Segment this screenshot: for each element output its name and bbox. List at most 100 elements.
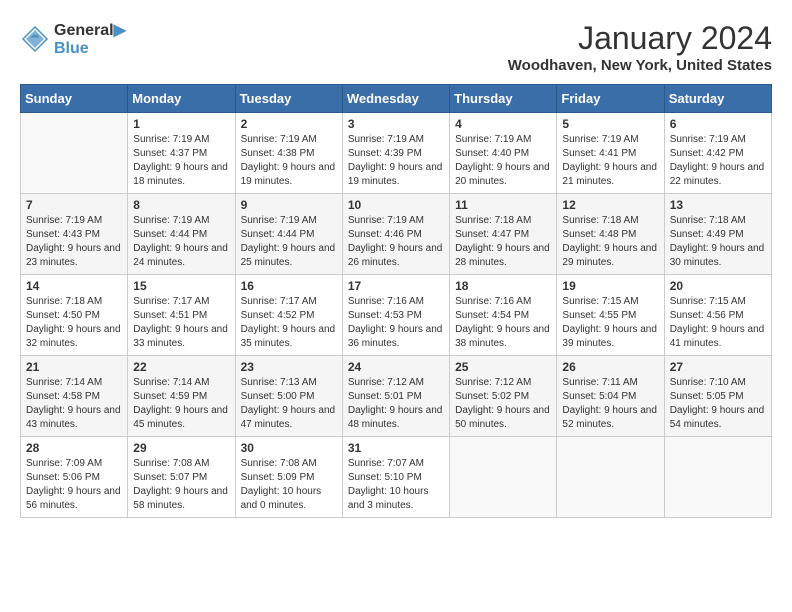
day-info: Sunrise: 7:11 AMSunset: 5:04 PMDaylight:… <box>562 376 658 432</box>
day-number: 2 <box>241 117 337 131</box>
day-number: 1 <box>133 117 229 131</box>
day-number: 8 <box>133 198 229 212</box>
day-number: 6 <box>670 117 766 131</box>
day-number: 23 <box>241 360 337 374</box>
day-number: 16 <box>241 279 337 293</box>
day-number: 27 <box>670 360 766 374</box>
calendar-cell: 31 Sunrise: 7:07 AMSunset: 5:10 PMDayligh… <box>342 437 449 518</box>
calendar-cell: 21 Sunrise: 7:14 AMSunset: 4:58 PMDayligh… <box>21 356 128 437</box>
day-number: 25 <box>455 360 551 374</box>
calendar-cell: 16 Sunrise: 7:17 AMSunset: 4:52 PMDayligh… <box>235 275 342 356</box>
calendar-cell <box>450 437 557 518</box>
day-number: 28 <box>26 441 122 455</box>
weekday-header-sunday: Sunday <box>21 85 128 113</box>
day-info: Sunrise: 7:18 AMSunset: 4:49 PMDaylight:… <box>670 214 766 270</box>
weekday-header-friday: Friday <box>557 85 664 113</box>
day-info: Sunrise: 7:14 AMSunset: 4:59 PMDaylight:… <box>133 376 229 432</box>
calendar-cell: 27 Sunrise: 7:10 AMSunset: 5:05 PMDayligh… <box>664 356 771 437</box>
day-info: Sunrise: 7:08 AMSunset: 5:07 PMDaylight:… <box>133 457 229 513</box>
weekday-header-saturday: Saturday <box>664 85 771 113</box>
month-title: January 2024 <box>508 20 772 57</box>
calendar-cell: 14 Sunrise: 7:18 AMSunset: 4:50 PMDayligh… <box>21 275 128 356</box>
day-info: Sunrise: 7:17 AMSunset: 4:52 PMDaylight:… <box>241 295 337 351</box>
logo: General▶ Blue <box>20 20 126 58</box>
week-row-2: 7 Sunrise: 7:19 AMSunset: 4:43 PMDaylight… <box>21 194 772 275</box>
title-block: January 2024 Woodhaven, New York, United… <box>508 20 772 74</box>
day-info: Sunrise: 7:19 AMSunset: 4:37 PMDaylight:… <box>133 133 229 189</box>
logo-icon <box>20 24 50 54</box>
day-info: Sunrise: 7:19 AMSunset: 4:46 PMDaylight:… <box>348 214 444 270</box>
calendar-cell: 3Sunrise: 7:19 AMSunset: 4:39 PMDaylight… <box>342 113 449 194</box>
day-info: Sunrise: 7:18 AMSunset: 4:48 PMDaylight:… <box>562 214 658 270</box>
calendar-cell: 6Sunrise: 7:19 AMSunset: 4:42 PMDaylight… <box>664 113 771 194</box>
day-number: 18 <box>455 279 551 293</box>
calendar-cell: 8 Sunrise: 7:19 AMSunset: 4:44 PMDaylight… <box>128 194 235 275</box>
calendar-cell: 1 Sunrise: 7:19 AMSunset: 4:37 PMDaylight… <box>128 113 235 194</box>
day-number: 22 <box>133 360 229 374</box>
day-info: Sunrise: 7:19 AMSunset: 4:44 PMDaylight:… <box>241 214 337 270</box>
location: Woodhaven, New York, United States <box>508 57 772 74</box>
day-number: 20 <box>670 279 766 293</box>
day-info: Sunrise: 7:08 AMSunset: 5:09 PMDaylight:… <box>241 457 337 513</box>
day-info: Sunrise: 7:19 AMSunset: 4:39 PMDaylight:… <box>348 133 444 189</box>
day-number: 7 <box>26 198 122 212</box>
day-info: Sunrise: 7:10 AMSunset: 5:05 PMDaylight:… <box>670 376 766 432</box>
day-info: Sunrise: 7:09 AMSunset: 5:06 PMDaylight:… <box>26 457 122 513</box>
calendar-cell: 10Sunrise: 7:19 AMSunset: 4:46 PMDayligh… <box>342 194 449 275</box>
calendar-cell: 2 Sunrise: 7:19 AMSunset: 4:38 PMDaylight… <box>235 113 342 194</box>
calendar-cell: 29 Sunrise: 7:08 AMSunset: 5:07 PMDayligh… <box>128 437 235 518</box>
calendar-cell: 12 Sunrise: 7:18 AMSunset: 4:48 PMDayligh… <box>557 194 664 275</box>
day-number: 14 <box>26 279 122 293</box>
day-number: 15 <box>133 279 229 293</box>
week-row-4: 21 Sunrise: 7:14 AMSunset: 4:58 PMDayligh… <box>21 356 772 437</box>
logo-text: General▶ Blue <box>54 20 126 58</box>
calendar-cell: 28 Sunrise: 7:09 AMSunset: 5:06 PMDayligh… <box>21 437 128 518</box>
calendar-cell: 15Sunrise: 7:17 AMSunset: 4:51 PMDayligh… <box>128 275 235 356</box>
calendar-cell: 9 Sunrise: 7:19 AMSunset: 4:44 PMDaylight… <box>235 194 342 275</box>
day-number: 19 <box>562 279 658 293</box>
day-number: 26 <box>562 360 658 374</box>
day-number: 5 <box>562 117 658 131</box>
day-info: Sunrise: 7:19 AMSunset: 4:43 PMDaylight:… <box>26 214 122 270</box>
calendar-cell: 4 Sunrise: 7:19 AMSunset: 4:40 PMDaylight… <box>450 113 557 194</box>
page-header: General▶ Blue January 2024 Woodhaven, Ne… <box>20 20 772 74</box>
day-info: Sunrise: 7:14 AMSunset: 4:58 PMDaylight:… <box>26 376 122 432</box>
calendar-cell: 7 Sunrise: 7:19 AMSunset: 4:43 PMDaylight… <box>21 194 128 275</box>
day-info: Sunrise: 7:12 AMSunset: 5:01 PMDaylight:… <box>348 376 444 432</box>
day-number: 24 <box>348 360 444 374</box>
day-number: 12 <box>562 198 658 212</box>
day-info: Sunrise: 7:18 AMSunset: 4:50 PMDaylight:… <box>26 295 122 351</box>
calendar-cell: 18 Sunrise: 7:16 AMSunset: 4:54 PMDayligh… <box>450 275 557 356</box>
day-info: Sunrise: 7:19 AMSunset: 4:38 PMDaylight:… <box>241 133 337 189</box>
calendar-cell: 25 Sunrise: 7:12 AMSunset: 5:02 PMDayligh… <box>450 356 557 437</box>
day-number: 31 <box>348 441 444 455</box>
calendar-cell: 24 Sunrise: 7:12 AMSunset: 5:01 PMDayligh… <box>342 356 449 437</box>
calendar-table: SundayMondayTuesdayWednesdayThursdayFrid… <box>20 84 772 518</box>
day-info: Sunrise: 7:07 AMSunset: 5:10 PMDaylight:… <box>348 457 444 513</box>
weekday-header-wednesday: Wednesday <box>342 85 449 113</box>
calendar-cell: 5Sunrise: 7:19 AMSunset: 4:41 PMDaylight… <box>557 113 664 194</box>
calendar-cell: 11Sunrise: 7:18 AMSunset: 4:47 PMDayligh… <box>450 194 557 275</box>
day-info: Sunrise: 7:12 AMSunset: 5:02 PMDaylight:… <box>455 376 551 432</box>
day-info: Sunrise: 7:16 AMSunset: 4:53 PMDaylight:… <box>348 295 444 351</box>
day-number: 13 <box>670 198 766 212</box>
day-number: 4 <box>455 117 551 131</box>
day-info: Sunrise: 7:19 AMSunset: 4:44 PMDaylight:… <box>133 214 229 270</box>
calendar-cell: 13 Sunrise: 7:18 AMSunset: 4:49 PMDayligh… <box>664 194 771 275</box>
day-info: Sunrise: 7:18 AMSunset: 4:47 PMDaylight:… <box>455 214 551 270</box>
calendar-cell: 17 Sunrise: 7:16 AMSunset: 4:53 PMDayligh… <box>342 275 449 356</box>
day-info: Sunrise: 7:16 AMSunset: 4:54 PMDaylight:… <box>455 295 551 351</box>
weekday-header-row: SundayMondayTuesdayWednesdayThursdayFrid… <box>21 85 772 113</box>
calendar-cell: 23 Sunrise: 7:13 AMSunset: 5:00 PMDayligh… <box>235 356 342 437</box>
day-number: 17 <box>348 279 444 293</box>
calendar-cell <box>557 437 664 518</box>
weekday-header-tuesday: Tuesday <box>235 85 342 113</box>
day-number: 29 <box>133 441 229 455</box>
week-row-1: 1 Sunrise: 7:19 AMSunset: 4:37 PMDaylight… <box>21 113 772 194</box>
day-number: 9 <box>241 198 337 212</box>
day-info: Sunrise: 7:15 AMSunset: 4:56 PMDaylight:… <box>670 295 766 351</box>
day-number: 21 <box>26 360 122 374</box>
day-info: Sunrise: 7:19 AMSunset: 4:40 PMDaylight:… <box>455 133 551 189</box>
day-info: Sunrise: 7:13 AMSunset: 5:00 PMDaylight:… <box>241 376 337 432</box>
calendar-cell: 30Sunrise: 7:08 AMSunset: 5:09 PMDayligh… <box>235 437 342 518</box>
